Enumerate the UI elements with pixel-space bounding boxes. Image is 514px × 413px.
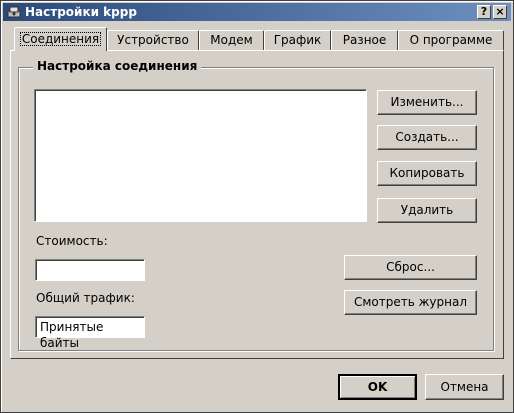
traffic-label: Общий трафик: bbox=[36, 291, 135, 305]
tab-misc-label: Разное bbox=[342, 33, 387, 47]
traffic-field[interactable]: Принятые байты bbox=[35, 316, 145, 350]
tab-device-label: Устройство bbox=[117, 33, 189, 47]
window-title: Настройки kppp bbox=[25, 5, 137, 19]
tab-connections[interactable]: Соединения bbox=[14, 27, 107, 51]
reset-button[interactable]: Сброс... bbox=[344, 255, 477, 280]
tab-about[interactable]: О программе bbox=[398, 30, 504, 50]
title-bar[interactable]: Настройки kppp ? × bbox=[3, 3, 511, 21]
delete-button[interactable]: Удалить bbox=[377, 198, 477, 223]
cancel-button[interactable]: Отмена bbox=[425, 374, 504, 400]
create-button[interactable]: Создать... bbox=[377, 125, 477, 150]
ok-button[interactable]: OK bbox=[338, 374, 417, 400]
tab-graph[interactable]: График bbox=[264, 30, 331, 50]
kppp-settings-window: Настройки kppp ? × Соединения Устройство… bbox=[0, 0, 514, 413]
tab-modem-label: Модем bbox=[210, 33, 253, 47]
edit-button[interactable]: Изменить... bbox=[377, 90, 477, 115]
tab-about-label: О программе bbox=[409, 33, 493, 47]
help-button[interactable]: ? bbox=[477, 5, 491, 19]
group-title: Настройка соединения bbox=[33, 59, 202, 73]
tab-device[interactable]: Устройство bbox=[107, 30, 199, 50]
tab-misc[interactable]: Разное bbox=[331, 30, 398, 50]
tab-modem[interactable]: Модем bbox=[199, 30, 264, 50]
tab-connections-label: Соединения bbox=[19, 32, 102, 46]
copy-button[interactable]: Копировать bbox=[377, 161, 477, 186]
view-log-button[interactable]: Смотреть журнал bbox=[344, 290, 477, 315]
close-button[interactable]: × bbox=[493, 5, 507, 19]
cost-field[interactable] bbox=[35, 259, 145, 281]
connections-list[interactable] bbox=[34, 89, 367, 222]
kppp-app-icon bbox=[7, 6, 21, 18]
tab-graph-label: График bbox=[273, 33, 322, 47]
cost-label: Стоимость: bbox=[36, 234, 108, 248]
